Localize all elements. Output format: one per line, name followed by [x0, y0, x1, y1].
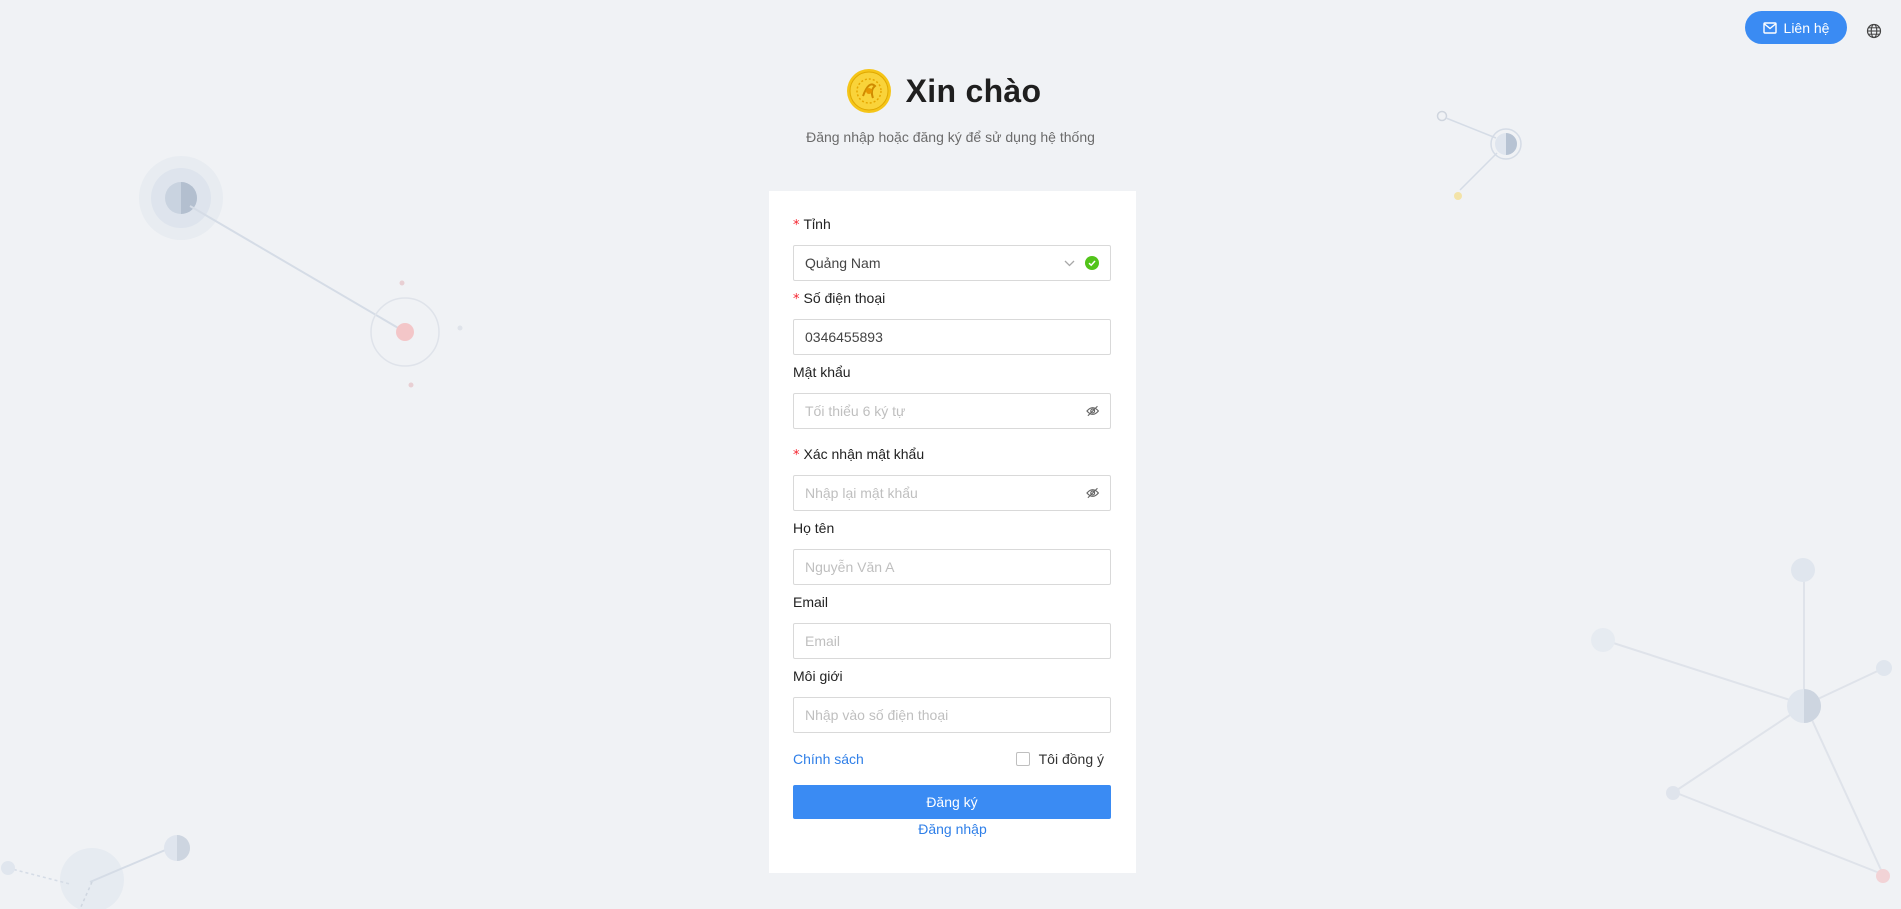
confirm-password-field[interactable] — [793, 475, 1111, 511]
register-button[interactable]: Đăng ký — [793, 785, 1111, 819]
confirm-password-label: * Xác nhận mật khẩu — [793, 446, 925, 463]
required-mark: * — [793, 448, 800, 463]
province-value: Quảng Nam — [805, 255, 881, 271]
page-title: Xin chào — [905, 72, 1042, 109]
confirm-password-input[interactable] — [805, 485, 1086, 501]
phone-label: * Số điện thoại — [793, 290, 886, 307]
full-name-field[interactable] — [793, 549, 1111, 585]
broker-label: Môi giới — [793, 668, 843, 684]
policy-link[interactable]: Chính sách — [793, 751, 864, 767]
chevron-down-icon — [1064, 260, 1075, 266]
broker-input[interactable] — [805, 707, 1099, 723]
mail-icon — [1762, 21, 1777, 34]
required-mark: * — [793, 218, 800, 233]
page-header: Xin chào Đăng nhập hoặc đăng ký để sử dụ… — [0, 68, 1901, 145]
check-circle-icon — [1085, 256, 1099, 270]
phone-input[interactable] — [805, 329, 1099, 345]
eye-invisible-icon[interactable] — [1085, 487, 1099, 499]
contact-button[interactable]: Liên hệ — [1745, 11, 1847, 44]
full-name-label: Họ tên — [793, 520, 835, 536]
email-input[interactable] — [805, 633, 1099, 649]
eye-invisible-icon[interactable] — [1085, 405, 1099, 417]
province-select[interactable]: Quảng Nam — [793, 245, 1111, 281]
agree-checkbox-group[interactable]: Tôi đồng ý — [1015, 751, 1104, 767]
phone-field[interactable] — [793, 319, 1111, 355]
full-name-input[interactable] — [805, 559, 1099, 575]
register-form: *Tỉnh Quảng Nam *Số điện thoại Mật khẩu … — [769, 191, 1136, 873]
province-label: * Tỉnh — [793, 216, 831, 233]
password-input[interactable] — [805, 403, 1086, 419]
broker-field[interactable] — [793, 697, 1111, 733]
agree-label: Tôi đồng ý — [1038, 751, 1104, 767]
login-link[interactable]: Đăng nhập — [918, 821, 987, 837]
logo — [846, 69, 891, 113]
email-field[interactable] — [793, 623, 1111, 659]
contact-button-label: Liên hệ — [1783, 19, 1830, 36]
page-subtitle: Đăng nhập hoặc đăng ký để sử dụng hệ thố… — [806, 129, 1095, 145]
agree-checkbox[interactable] — [1015, 752, 1030, 766]
email-label: Email — [793, 594, 829, 610]
required-mark: * — [793, 292, 800, 307]
globe-icon[interactable] — [1866, 23, 1882, 39]
password-label: Mật khẩu — [793, 364, 851, 380]
password-field[interactable] — [793, 393, 1111, 429]
